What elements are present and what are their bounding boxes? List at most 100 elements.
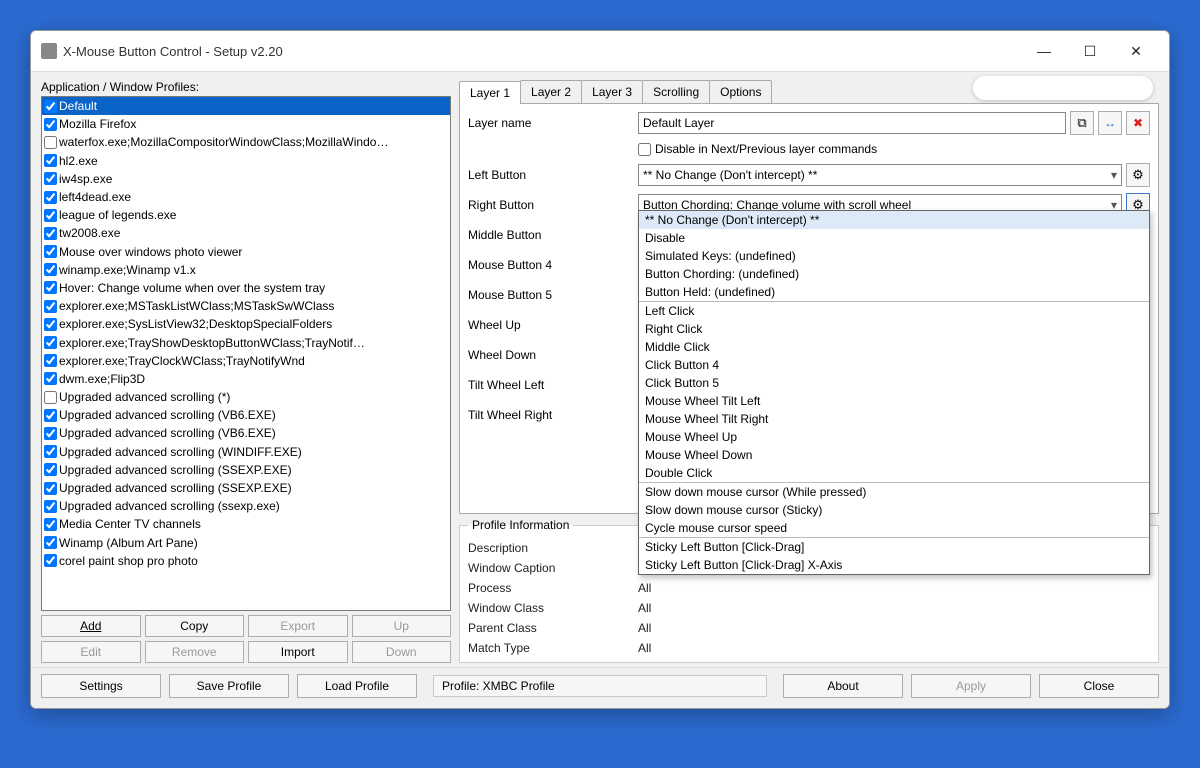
profile-label: Mozilla Firefox	[59, 117, 136, 131]
profile-checkbox[interactable]	[44, 191, 57, 204]
dropdown-option[interactable]: Slow down mouse cursor (Sticky)	[639, 501, 1149, 519]
profile-item[interactable]: Mouse over windows photo viewer	[42, 243, 450, 261]
profile-checkbox[interactable]	[44, 445, 57, 458]
maximize-button[interactable]: ☐	[1067, 37, 1113, 65]
profile-item[interactable]: left4dead.exe	[42, 188, 450, 206]
middle-button-dropdown[interactable]: ** No Change (Don't intercept) **Disable…	[638, 210, 1150, 575]
dropdown-option[interactable]: Middle Click	[639, 338, 1149, 356]
disable-layer-checkbox[interactable]	[638, 143, 651, 156]
profile-checkbox[interactable]	[44, 136, 57, 149]
profile-checkbox[interactable]	[44, 354, 57, 367]
profile-checkbox[interactable]	[44, 154, 57, 167]
profile-checkbox[interactable]	[44, 372, 57, 385]
profile-item[interactable]: dwm.exe;Flip3D	[42, 370, 450, 388]
profile-item[interactable]: Mozilla Firefox	[42, 115, 450, 133]
profile-checkbox[interactable]	[44, 300, 57, 313]
profile-checkbox[interactable]	[44, 463, 57, 476]
profile-checkbox[interactable]	[44, 391, 57, 404]
left-button-combo[interactable]: ** No Change (Don't intercept) **	[638, 164, 1122, 186]
profile-item[interactable]: hl2.exe	[42, 152, 450, 170]
profile-item[interactable]: Upgraded advanced scrolling (SSEXP.EXE)	[42, 479, 450, 497]
mb4-label: Mouse Button 4	[468, 258, 638, 272]
dropdown-option[interactable]: Mouse Wheel Up	[639, 428, 1149, 446]
profile-checkbox[interactable]	[44, 500, 57, 513]
profile-checkbox[interactable]	[44, 281, 57, 294]
profile-item[interactable]: winamp.exe;Winamp v1.x	[42, 261, 450, 279]
profile-item[interactable]: Hover: Change volume when over the syste…	[42, 279, 450, 297]
profile-checkbox[interactable]	[44, 336, 57, 349]
dropdown-option[interactable]: Mouse Wheel Tilt Left	[639, 392, 1149, 410]
profile-checkbox[interactable]	[44, 245, 57, 258]
copy-layer-button[interactable]	[1070, 111, 1094, 135]
tab-options[interactable]: Options	[709, 80, 772, 103]
clear-layer-button[interactable]	[1126, 111, 1150, 135]
dropdown-option[interactable]: Slow down mouse cursor (While pressed)	[639, 483, 1149, 501]
layer-name-input[interactable]	[638, 112, 1066, 134]
close-window-button[interactable]: ✕	[1113, 37, 1159, 65]
profile-item[interactable]: explorer.exe;TrayShowDesktopButtonWClass…	[42, 333, 450, 351]
profile-checkbox[interactable]	[44, 318, 57, 331]
dropdown-option[interactable]: Left Click	[639, 302, 1149, 320]
profile-checkbox[interactable]	[44, 427, 57, 440]
profile-item[interactable]: waterfox.exe;MozillaCompositorWindowClas…	[42, 133, 450, 151]
dropdown-option[interactable]: Mouse Wheel Tilt Right	[639, 410, 1149, 428]
dropdown-option[interactable]: Cycle mouse cursor speed	[639, 519, 1149, 537]
close-button[interactable]: Close	[1039, 674, 1159, 698]
profile-checkbox[interactable]	[44, 227, 57, 240]
dropdown-option[interactable]: Simulated Keys: (undefined)	[639, 247, 1149, 265]
profile-item[interactable]: iw4sp.exe	[42, 170, 450, 188]
dropdown-option[interactable]: Sticky Left Button [Click-Drag]	[639, 538, 1149, 556]
profile-item[interactable]: Media Center TV channels	[42, 515, 450, 533]
profile-checkbox[interactable]	[44, 118, 57, 131]
swap-layer-button[interactable]	[1098, 111, 1122, 135]
profile-checkbox[interactable]	[44, 209, 57, 222]
profile-checkbox[interactable]	[44, 554, 57, 567]
profile-item[interactable]: Upgraded advanced scrolling (SSEXP.EXE)	[42, 461, 450, 479]
dropdown-option[interactable]: Double Click	[639, 464, 1149, 482]
left-button-gear[interactable]	[1126, 163, 1150, 187]
tab-layer-2[interactable]: Layer 2	[520, 80, 582, 103]
profile-item[interactable]: Upgraded advanced scrolling (*)	[42, 388, 450, 406]
profiles-list[interactable]: Default Mozilla Firefox waterfox.exe;Mozil…	[41, 96, 451, 611]
profile-item[interactable]: Upgraded advanced scrolling (VB6.EXE)	[42, 424, 450, 442]
profile-checkbox[interactable]	[44, 409, 57, 422]
tab-scrolling[interactable]: Scrolling	[642, 80, 710, 103]
profile-item[interactable]: tw2008.exe	[42, 224, 450, 242]
profile-item[interactable]: Upgraded advanced scrolling (ssexp.exe)	[42, 497, 450, 515]
settings-button[interactable]: Settings	[41, 674, 161, 698]
dropdown-option[interactable]: Disable	[639, 229, 1149, 247]
import-button[interactable]: Import	[248, 641, 348, 663]
about-button[interactable]: About	[783, 674, 903, 698]
minimize-button[interactable]: —	[1021, 37, 1067, 65]
profile-item[interactable]: explorer.exe;SysListView32;DesktopSpecia…	[42, 315, 450, 333]
profile-checkbox[interactable]	[44, 518, 57, 531]
load-profile-button[interactable]: Load Profile	[297, 674, 417, 698]
profile-checkbox[interactable]	[44, 536, 57, 549]
profile-checkbox[interactable]	[44, 172, 57, 185]
tab-layer-3[interactable]: Layer 3	[581, 80, 643, 103]
copy-button[interactable]: Copy	[145, 615, 245, 637]
profile-checkbox[interactable]	[44, 100, 57, 113]
dropdown-option[interactable]: ** No Change (Don't intercept) **	[639, 211, 1149, 229]
profile-item[interactable]: league of legends.exe	[42, 206, 450, 224]
dropdown-option[interactable]: Button Held: (undefined)	[639, 283, 1149, 301]
titlebar[interactable]: X-Mouse Button Control - Setup v2.20 — ☐…	[31, 31, 1169, 72]
dropdown-option[interactable]: Right Click	[639, 320, 1149, 338]
profile-item[interactable]: Upgraded advanced scrolling (WINDIFF.EXE…	[42, 443, 450, 461]
profile-item[interactable]: explorer.exe;TrayClockWClass;TrayNotifyW…	[42, 352, 450, 370]
profile-item[interactable]: Default	[42, 97, 450, 115]
dropdown-option[interactable]: Mouse Wheel Down	[639, 446, 1149, 464]
dropdown-option[interactable]: Button Chording: (undefined)	[639, 265, 1149, 283]
dropdown-option[interactable]: Click Button 5	[639, 374, 1149, 392]
tab-layer-1[interactable]: Layer 1	[459, 81, 521, 104]
dropdown-option[interactable]: Sticky Left Button [Click-Drag] X-Axis	[639, 556, 1149, 574]
profile-item[interactable]: Upgraded advanced scrolling (VB6.EXE)	[42, 406, 450, 424]
profile-item[interactable]: Winamp (Album Art Pane)	[42, 534, 450, 552]
save-profile-button[interactable]: Save Profile	[169, 674, 289, 698]
dropdown-option[interactable]: Click Button 4	[639, 356, 1149, 374]
profile-item[interactable]: corel paint shop pro photo	[42, 552, 450, 570]
profile-checkbox[interactable]	[44, 263, 57, 276]
profile-item[interactable]: explorer.exe;MSTaskListWClass;MSTaskSwWC…	[42, 297, 450, 315]
add-button[interactable]: Add	[41, 615, 141, 637]
profile-checkbox[interactable]	[44, 482, 57, 495]
